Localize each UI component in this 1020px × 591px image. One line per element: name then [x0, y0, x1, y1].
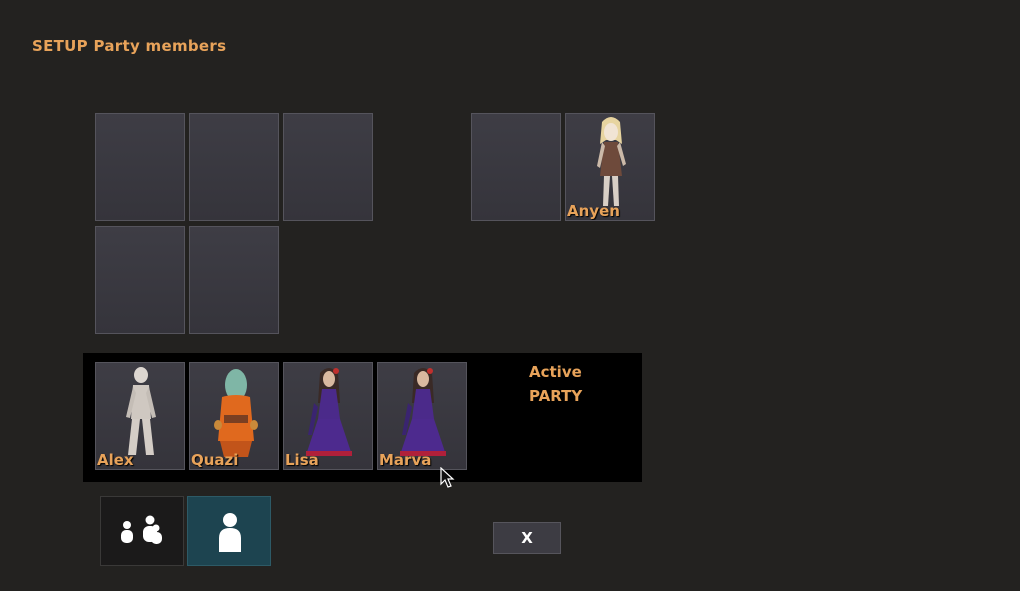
- mouse-cursor-icon: [440, 467, 455, 488]
- reserve-slot-5[interactable]: [189, 226, 279, 334]
- character-name: Marva: [379, 451, 432, 469]
- character-slot-quazi[interactable]: Quazi: [189, 362, 279, 470]
- character-name: Alex: [97, 451, 134, 469]
- active-party-label: Active PARTY: [529, 360, 582, 408]
- side-slot-empty[interactable]: [471, 113, 561, 221]
- character-name: Quazi: [191, 451, 239, 469]
- character-slot-marva[interactable]: Marva: [377, 362, 467, 470]
- reserve-slot-2[interactable]: [189, 113, 279, 221]
- character-slot-anyen[interactable]: Anyen: [565, 113, 655, 221]
- active-label-line2: PARTY: [529, 387, 583, 405]
- reserve-slot-1[interactable]: [95, 113, 185, 221]
- person-icon: [219, 513, 241, 552]
- reserve-slot-3[interactable]: [283, 113, 373, 221]
- character-slot-lisa[interactable]: Lisa: [283, 362, 373, 470]
- single-mode-button[interactable]: [187, 496, 271, 566]
- character-name: Lisa: [285, 451, 319, 469]
- group-icon: [121, 515, 162, 544]
- reserve-slot-4[interactable]: [95, 226, 185, 334]
- character-name: Anyen: [567, 202, 620, 220]
- group-mode-button[interactable]: [100, 496, 184, 566]
- active-label-line1: Active: [529, 363, 582, 381]
- character-slot-alex[interactable]: Alex: [95, 362, 185, 470]
- close-button[interactable]: X: [493, 522, 561, 554]
- page-title: SETUP Party members: [32, 37, 227, 55]
